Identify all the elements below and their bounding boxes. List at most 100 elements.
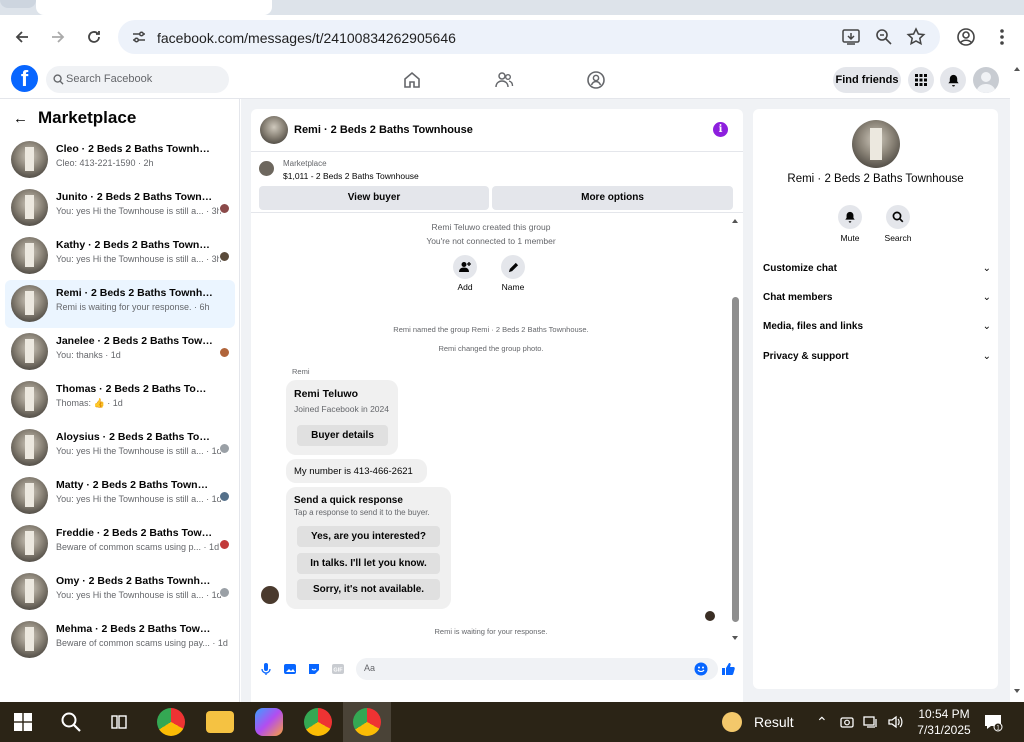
conversation-name: Mehma · 2 Beds 2 Baths Townhouse xyxy=(56,623,214,635)
buyer-card-bubble: Remi Teluwo Joined Facebook in 2024 Buye… xyxy=(286,380,398,455)
file-explorer-icon[interactable] xyxy=(206,711,234,733)
conversation-item[interactable]: Matty · 2 Beds 2 Baths Townhouse You: yes… xyxy=(5,472,235,520)
chat-title[interactable]: Remi · 2 Beds 2 Baths Townhouse xyxy=(294,124,473,136)
back-arrow-icon[interactable]: ← xyxy=(13,110,28,127)
conversation-item[interactable]: Freddie · 2 Beds 2 Baths Townho... Beware… xyxy=(5,520,235,568)
browser-tab-active[interactable] xyxy=(36,0,272,15)
zoom-icon[interactable] xyxy=(874,27,894,47)
quick-reply-in-talks-button[interactable]: In talks. I'll let you know. xyxy=(297,553,440,574)
find-friends-button[interactable]: Find friends xyxy=(833,67,901,93)
account-avatar[interactable] xyxy=(973,67,999,93)
media-files-links-section[interactable]: Media, files and links ⌄ xyxy=(763,318,991,338)
add-member-button[interactable]: Add xyxy=(445,255,485,292)
conversation-item[interactable]: Kathy · 2 Beds 2 Baths Townhouse You: yes… xyxy=(5,232,235,280)
bookmark-star-icon[interactable] xyxy=(906,27,926,47)
system-clock[interactable]: 10:54 PM 7/31/2025 xyxy=(914,706,974,738)
chat-members-section[interactable]: Chat members ⌄ xyxy=(763,289,991,309)
system-photo-text: Remi changed the group photo. xyxy=(438,344,544,353)
thumbs-up-icon[interactable] xyxy=(721,662,735,676)
number-message-text[interactable]: My number is 413-466-2621 xyxy=(294,466,413,477)
buyer-joined: Joined Facebook in 2024 xyxy=(294,404,389,414)
conversation-item[interactable]: Omy · 2 Beds 2 Baths Townhouse You: yes H… xyxy=(5,568,235,616)
volume-icon[interactable] xyxy=(887,714,903,730)
home-icon[interactable] xyxy=(402,70,422,90)
chat-info-panel: Remi · 2 Beds 2 Baths Townhouse Mute Sea… xyxy=(753,99,1010,702)
conversation-item[interactable]: Cleo · 2 Beds 2 Baths Townhouse Cleo: 413… xyxy=(5,136,235,184)
message-thread: Remi Teluwo created this group You're no… xyxy=(251,214,731,649)
task-view-icon[interactable] xyxy=(110,713,128,731)
chevron-down-icon: ⌄ xyxy=(982,321,991,332)
chrome-taskbar-icon[interactable] xyxy=(157,708,185,736)
search-chat-button[interactable]: Search xyxy=(873,205,923,243)
conversation-item[interactable]: Junito · 2 Beds 2 Baths Townhou... You: y… xyxy=(5,184,235,232)
photo-icon[interactable] xyxy=(283,662,297,676)
chat-scrollbar-thumb[interactable] xyxy=(732,297,739,622)
conversation-item[interactable]: Thomas · 2 Beds 2 Baths Townhouse Thomas:… xyxy=(5,376,235,424)
listing-title[interactable]: $1,011 - 2 Beds 2 Baths Townhouse xyxy=(283,171,419,181)
listing-thumbnail[interactable] xyxy=(259,161,274,176)
conversation-item[interactable]: Janelee · 2 Beds 2 Baths Townho... You: t… xyxy=(5,328,235,376)
profile-icon[interactable] xyxy=(952,23,980,51)
conversation-item[interactable]: Mehma · 2 Beds 2 Baths Townhouse Beware o… xyxy=(5,616,235,664)
chevron-down-icon: ⌄ xyxy=(982,263,991,274)
chevron-down-icon: ⌄ xyxy=(982,292,991,303)
emoji-icon[interactable] xyxy=(694,662,708,676)
browser-menu-icon[interactable] xyxy=(988,23,1016,51)
chat-avatar[interactable] xyxy=(260,116,288,144)
group-avatar[interactable] xyxy=(852,120,900,168)
facebook-logo-icon[interactable]: f xyxy=(11,65,38,92)
conversation-avatar xyxy=(11,141,48,178)
menu-grid-icon[interactable] xyxy=(908,67,934,93)
info-icon[interactable]: i xyxy=(713,122,728,137)
mute-button[interactable]: Mute xyxy=(825,205,875,243)
sticker-icon[interactable] xyxy=(307,662,321,676)
windows-start-icon[interactable] xyxy=(14,713,32,731)
sender-avatar[interactable] xyxy=(261,586,279,604)
chat-info-card: Remi · 2 Beds 2 Baths Townhouse Mute Sea… xyxy=(753,109,998,689)
buyer-details-button[interactable]: Buyer details xyxy=(297,425,388,446)
search-facebook-input[interactable]: Search Facebook xyxy=(46,66,229,93)
marketplace-label: Marketplace xyxy=(283,159,327,168)
chat-scrollbar[interactable] xyxy=(729,214,741,644)
more-options-button[interactable]: More options xyxy=(492,186,733,210)
notification-center-icon[interactable]: 1 xyxy=(983,712,1003,732)
url-text[interactable]: facebook.com/messages/t/2410083426290564… xyxy=(157,30,456,46)
browser-tab-inactive[interactable] xyxy=(0,0,36,8)
message-input[interactable]: Aa xyxy=(356,658,718,680)
taskbar-search-icon[interactable] xyxy=(60,711,82,733)
gif-icon[interactable]: GIF xyxy=(331,662,345,676)
conversation-sidebar: ← Marketplace Cleo · 2 Beds 2 Baths Town… xyxy=(0,99,240,702)
camera-icon[interactable] xyxy=(840,715,854,729)
chrome-active-taskbar-icon[interactable] xyxy=(353,708,381,736)
privacy-support-section[interactable]: Privacy & support ⌄ xyxy=(763,348,991,368)
microphone-icon[interactable] xyxy=(259,662,273,676)
conversation-name: Aloysius · 2 Beds 2 Baths Townh... xyxy=(56,431,214,443)
quick-reply-interested-button[interactable]: Yes, are you interested? xyxy=(297,526,440,547)
view-buyer-button[interactable]: View buyer xyxy=(259,186,489,210)
notifications-bell-icon[interactable] xyxy=(940,67,966,93)
chrome-profile-taskbar-icon[interactable] xyxy=(304,708,332,736)
conversation-preview: Beware of common scams using p... · 1d xyxy=(56,542,220,552)
customize-chat-section[interactable]: Customize chat ⌄ xyxy=(763,260,991,280)
install-app-icon[interactable] xyxy=(841,27,861,47)
network-icon[interactable] xyxy=(863,715,879,729)
system-not-connected-text: You're not connected to 1 member xyxy=(426,236,556,246)
forward-arrow-icon[interactable] xyxy=(44,23,72,51)
conversation-item[interactable]: Aloysius · 2 Beds 2 Baths Townh... You: y… xyxy=(5,424,235,472)
page-scrollbar[interactable] xyxy=(1010,61,1024,702)
chevron-up-icon[interactable]: ⌃ xyxy=(816,714,828,731)
system-named-text: Remi named the group Remi · 2 Beds 2 Bat… xyxy=(393,325,589,334)
name-label: Name xyxy=(501,282,525,292)
site-settings-icon[interactable] xyxy=(130,28,148,46)
quick-reply-not-available-button[interactable]: Sorry, it's not available. xyxy=(297,579,440,600)
copilot-icon[interactable] xyxy=(255,708,283,736)
groups-icon[interactable] xyxy=(586,70,606,90)
address-bar[interactable]: facebook.com/messages/t/2410083426290564… xyxy=(118,20,940,54)
marketplace-listing-bar: Marketplace $1,011 - 2 Beds 2 Baths Town… xyxy=(251,153,743,213)
friends-icon[interactable] xyxy=(494,70,514,90)
conversation-item[interactable]: Remi · 2 Beds 2 Baths Townhouse Remi is w… xyxy=(5,280,235,328)
back-arrow-icon[interactable] xyxy=(8,23,36,51)
name-group-button[interactable]: Name xyxy=(493,255,533,292)
reload-icon[interactable] xyxy=(80,23,108,51)
conversation-avatar xyxy=(11,621,48,658)
